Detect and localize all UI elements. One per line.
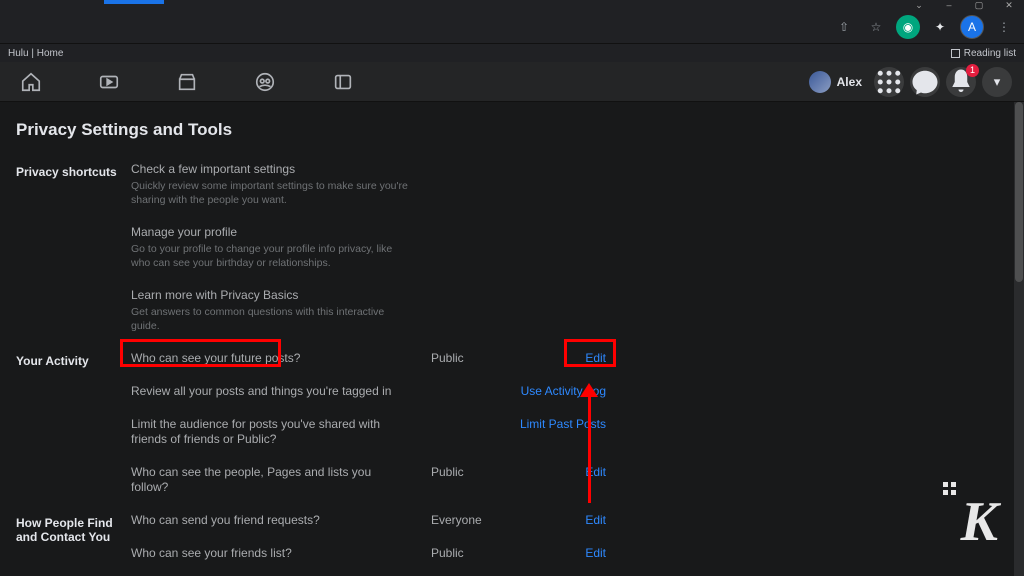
minimize-button[interactable]: – xyxy=(934,0,964,10)
fb-top-nav: Alex 1 ▾ xyxy=(0,62,1024,102)
section-label: Privacy shortcuts xyxy=(16,153,131,342)
dropdown-icon[interactable]: ⌄ xyxy=(904,0,934,10)
setting-row: Review all your posts and things you're … xyxy=(131,375,1008,408)
home-icon[interactable] xyxy=(20,71,42,93)
section-label: Your Activity xyxy=(16,342,131,504)
row-sub: Go to your profile to change your profil… xyxy=(131,242,411,270)
setting-row: Who can see your future posts? Public Ed… xyxy=(131,342,1008,375)
shortcut-row[interactable]: Check a few important settings Quickly r… xyxy=(131,153,1008,216)
maximize-button[interactable]: ▢ xyxy=(964,0,994,10)
row-title: Who can see your friends list? xyxy=(131,546,411,561)
messenger-button[interactable] xyxy=(910,67,940,97)
row-title: Check a few important settings xyxy=(131,162,411,177)
share-icon[interactable]: ⇧ xyxy=(832,15,856,39)
row-title: Manage your profile xyxy=(131,225,411,240)
profile-chip[interactable]: Alex xyxy=(809,71,862,93)
scrollbar[interactable] xyxy=(1014,102,1024,576)
scrollbar-thumb[interactable] xyxy=(1015,102,1023,282)
browser-menu-icon[interactable]: ⋮ xyxy=(992,15,1016,39)
row-sub: Get answers to common questions with thi… xyxy=(131,305,411,333)
edit-link[interactable]: Edit xyxy=(541,351,606,366)
setting-row: Who can look you up using the email addr… xyxy=(131,570,1008,576)
groups-icon[interactable] xyxy=(254,71,276,93)
reading-list-link[interactable]: Reading list xyxy=(964,48,1016,59)
watch-icon[interactable] xyxy=(98,71,120,93)
setting-row: Who can see the people, Pages and lists … xyxy=(131,456,1008,504)
menu-grid-button[interactable] xyxy=(874,67,904,97)
gaming-icon[interactable] xyxy=(332,71,354,93)
row-value: Public xyxy=(431,351,541,366)
bookmark-star-icon[interactable]: ☆ xyxy=(864,15,888,39)
setting-row: Limit the audience for posts you've shar… xyxy=(131,408,1008,456)
section-privacy-shortcuts: Privacy shortcuts Check a few important … xyxy=(0,153,1024,342)
annotation-arrow-shaft xyxy=(588,389,591,503)
close-button[interactable]: ✕ xyxy=(994,0,1024,10)
avatar xyxy=(809,71,831,93)
shortcut-row[interactable]: Manage your profile Go to your profile t… xyxy=(131,216,1008,279)
row-title: Who can see your future posts? xyxy=(131,351,411,366)
notif-badge: 1 xyxy=(966,64,979,77)
edit-link[interactable]: Edit xyxy=(541,513,606,528)
browser-profile-avatar[interactable]: A xyxy=(960,15,984,39)
browser-toolbar: ⇧ ☆ ◉ ✦ A ⋮ xyxy=(0,10,1024,44)
window-controls: ⌄ – ▢ ✕ xyxy=(904,0,1024,10)
os-titlebar: ⌄ – ▢ ✕ xyxy=(0,0,1024,10)
market-icon[interactable] xyxy=(176,71,198,93)
edit-link[interactable]: Edit xyxy=(541,465,606,495)
row-title: Who can see the people, Pages and lists … xyxy=(131,465,411,495)
annotation-arrow-head xyxy=(580,383,598,397)
active-tab-indicator xyxy=(104,0,164,4)
bookmarks-bar: Hulu | Home Reading list xyxy=(0,44,1024,62)
section-find-contact: How People Find and Contact You Who can … xyxy=(0,504,1024,576)
edit-link[interactable]: Edit xyxy=(541,546,606,561)
page-title: Privacy Settings and Tools xyxy=(0,102,1024,152)
notifications-button[interactable]: 1 xyxy=(946,67,976,97)
section-label: How People Find and Contact You xyxy=(16,504,131,576)
reading-list-icon[interactable] xyxy=(951,49,960,58)
row-title: Learn more with Privacy Basics xyxy=(131,288,411,303)
row-value: Public xyxy=(431,546,541,561)
setting-row: Who can send you friend requests? Everyo… xyxy=(131,504,1008,537)
section-your-activity: Your Activity Who can see your future po… xyxy=(0,342,1024,504)
setting-row: Who can see your friends list? Public Ed… xyxy=(131,537,1008,570)
shortcut-row[interactable]: Learn more with Privacy Basics Get answe… xyxy=(131,279,1008,342)
account-dropdown-button[interactable]: ▾ xyxy=(982,67,1012,97)
extension-green-icon[interactable]: ◉ xyxy=(896,15,920,39)
row-title: Review all your posts and things you're … xyxy=(131,384,411,399)
extensions-icon[interactable]: ✦ xyxy=(928,15,952,39)
row-value: Everyone xyxy=(431,513,541,528)
content-area: Privacy Settings and Tools Privacy short… xyxy=(0,102,1024,576)
row-title: Limit the audience for posts you've shar… xyxy=(131,417,411,447)
watermark-k: K xyxy=(961,490,996,554)
username-label: Alex xyxy=(837,75,862,89)
bookmark-hulu[interactable]: Hulu | Home xyxy=(8,48,63,59)
row-sub: Quickly review some important settings t… xyxy=(131,179,411,207)
row-value: Public xyxy=(431,465,541,495)
row-title: Who can send you friend requests? xyxy=(131,513,411,528)
